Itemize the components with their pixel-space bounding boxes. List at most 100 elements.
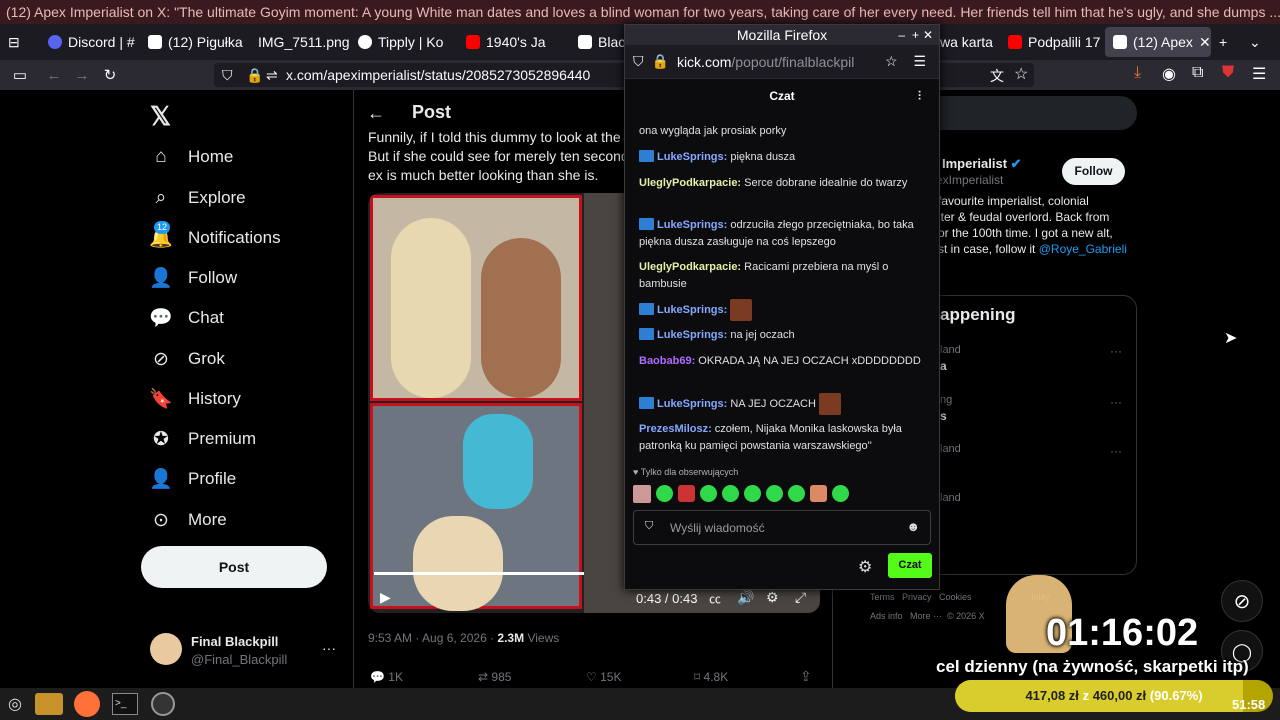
emote-icon[interactable] <box>832 485 849 502</box>
sidebar-item-more[interactable]: ⊙ More <box>150 509 227 531</box>
emote-icon[interactable] <box>766 485 783 502</box>
bookmark-star-icon[interactable]: ☆ <box>885 53 898 70</box>
trend-more-icon[interactable]: ··· <box>1110 444 1122 458</box>
bookmark-star-icon[interactable]: ☆ <box>1014 64 1028 84</box>
chat-title: Czat <box>769 89 795 103</box>
like-count: 15K <box>600 670 622 684</box>
back-button[interactable]: ← <box>40 67 68 84</box>
fullscreen-icon[interactable]: ⤢ <box>795 589 806 606</box>
footer-link[interactable]: Terms Privacy Cookies <box>870 592 972 602</box>
captions-icon[interactable]: ㏄ <box>709 590 721 607</box>
tab-active[interactable]: (12) Apex ✕ <box>1105 27 1211 57</box>
message-user[interactable]: PrezesMilosz: <box>639 423 712 435</box>
sidebar-toggle-button[interactable]: ▭ <box>0 66 40 84</box>
tab[interactable]: Black <box>570 24 630 60</box>
sidebar-item-home[interactable]: ⌂ Home <box>150 146 233 168</box>
reply-button[interactable]: 💬 1K <box>370 670 403 684</box>
avatar[interactable] <box>150 633 182 665</box>
reload-button[interactable]: ↻ <box>96 66 124 84</box>
sidebar-item-grok[interactable]: ⊘ Grok <box>150 348 225 370</box>
emote-icon[interactable] <box>678 485 695 502</box>
emoji-icon[interactable]: ☻ <box>906 519 920 534</box>
message-user[interactable]: LukeSprings: <box>657 398 727 410</box>
menu-icon[interactable]: ☰ <box>1252 64 1266 84</box>
settings-icon[interactable]: ⚙ <box>858 557 872 577</box>
taskbar-files[interactable] <box>30 688 68 720</box>
emote-icon[interactable] <box>744 485 761 502</box>
bookmark-button[interactable]: ⌑ 4.8K <box>694 670 728 684</box>
translate-icon[interactable]: 文 <box>990 66 1004 86</box>
sidebar-item-profile[interactable]: 👤 Profile <box>149 468 236 490</box>
volume-icon[interactable]: 🔊 <box>737 589 754 606</box>
send-chat-button[interactable]: Czat <box>888 553 932 578</box>
new-tab-button[interactable]: + <box>1211 24 1241 60</box>
back-arrow-icon[interactable]: ← <box>367 103 385 124</box>
emote-icon[interactable] <box>633 485 651 503</box>
grok-float-icon[interactable]: ⊘ <box>1221 580 1263 622</box>
list-tabs-button[interactable]: ⌄ <box>1241 24 1271 60</box>
message-user[interactable]: UleglyPodkarpacie: <box>639 177 741 189</box>
minimize-icon[interactable]: – <box>898 25 905 45</box>
trend-more-icon[interactable]: ··· <box>1110 344 1122 358</box>
settings-icon[interactable]: ⚙ <box>766 589 779 606</box>
trend-title[interactable]: a <box>940 359 947 373</box>
taskbar-firefox[interactable] <box>68 688 106 720</box>
close-icon[interactable]: ✕ <box>923 25 933 45</box>
sidebar-item-notifications[interactable]: 🔔 12 Notifications <box>149 221 281 249</box>
start-menu-button[interactable]: ◎ <box>0 688 30 720</box>
ublock-icon[interactable]: ⛊ <box>1222 64 1234 82</box>
post-button[interactable]: Post <box>141 546 327 588</box>
message-user[interactable]: UleglyPodkarpacie: <box>639 261 741 273</box>
tab[interactable]: wa karta <box>940 24 1000 60</box>
message-user[interactable]: LukeSprings: <box>657 151 727 163</box>
message-user[interactable]: LukeSprings: <box>657 304 727 316</box>
footer-links[interactable]: Ads info More ··· © 2026 X <box>870 611 985 621</box>
tab[interactable]: Podpalili 17 <box>1000 24 1105 60</box>
sidebar-item-history[interactable]: 🔖 History <box>149 388 241 410</box>
play-icon[interactable]: ▶ <box>380 589 391 606</box>
extensions-icon[interactable]: ⧉ <box>1192 64 1203 82</box>
tab[interactable]: Discord | # <box>40 24 140 60</box>
sidebar-item-premium[interactable]: ✪ Premium <box>150 428 256 450</box>
trend-more-icon[interactable]: ··· <box>1110 395 1122 409</box>
emote-icon[interactable] <box>722 485 739 502</box>
users-icon[interactable]: ⫶ <box>918 81 921 111</box>
follow-button[interactable]: Follow <box>1062 158 1125 185</box>
close-tab-icon[interactable]: ✕ <box>1199 34 1211 51</box>
tab[interactable]: Tipply | Ko <box>350 24 458 60</box>
tab[interactable]: 1940's Ja <box>458 24 570 60</box>
menu-icon[interactable]: ☰ <box>914 53 927 70</box>
page-title: Post <box>412 102 452 122</box>
message-text: OKRADA JĄ NA JEJ OCZACH xDDDDDDDD <box>695 355 921 367</box>
window-title: (12) Apex Imperialist on X: "The ultimat… <box>0 0 1280 24</box>
chat-input[interactable]: ⛉ Wyślij wiadomość ☻ <box>633 510 931 545</box>
emote-icon[interactable] <box>700 485 717 502</box>
tab[interactable]: IMG_7511.png <box>250 24 350 60</box>
account-icon[interactable]: ◉ <box>1162 64 1176 84</box>
share-icon[interactable]: ⇪ <box>800 668 812 685</box>
repost-button[interactable]: ⇄ 985 <box>478 670 511 684</box>
sidebar-item-explore[interactable]: ⌕ Explore <box>150 187 246 209</box>
tab-overview-button[interactable]: ⊟ <box>0 24 40 60</box>
message-user[interactable]: Baobab69: <box>639 355 695 367</box>
taskbar-terminal[interactable]: >_ <box>106 688 144 720</box>
heart-icon: ♥ <box>633 467 639 477</box>
x-logo-icon[interactable]: 𝕏 <box>150 101 171 132</box>
downloads-icon[interactable]: ⤓ <box>1134 64 1141 82</box>
maximize-icon[interactable]: + <box>912 25 919 45</box>
emote-icon[interactable] <box>656 485 673 502</box>
emote-icon[interactable] <box>788 485 805 502</box>
account-menu-icon[interactable]: ··· <box>322 640 336 656</box>
sidebar-item-follow[interactable]: 👤 Follow <box>149 267 237 289</box>
trend-title[interactable]: s <box>940 409 947 423</box>
like-button[interactable]: ♡ 15K <box>586 670 621 684</box>
message-user[interactable]: LukeSprings: <box>657 219 727 231</box>
message-user[interactable]: LukeSprings: <box>657 329 727 341</box>
sidebar-item-chat[interactable]: 💬 Chat <box>149 307 224 329</box>
bio-link[interactable]: @Roye_Gabrieli <box>1039 242 1127 256</box>
emote-icon[interactable] <box>810 485 827 502</box>
taskbar-obs[interactable] <box>144 688 182 720</box>
tab[interactable]: (12) Pigułka <box>140 24 250 60</box>
forward-button[interactable]: → <box>68 67 96 84</box>
popup-url-bar[interactable]: ⛉ 🔒 kick.com/popout/finalblackpil ☆ ☰ <box>625 45 939 79</box>
